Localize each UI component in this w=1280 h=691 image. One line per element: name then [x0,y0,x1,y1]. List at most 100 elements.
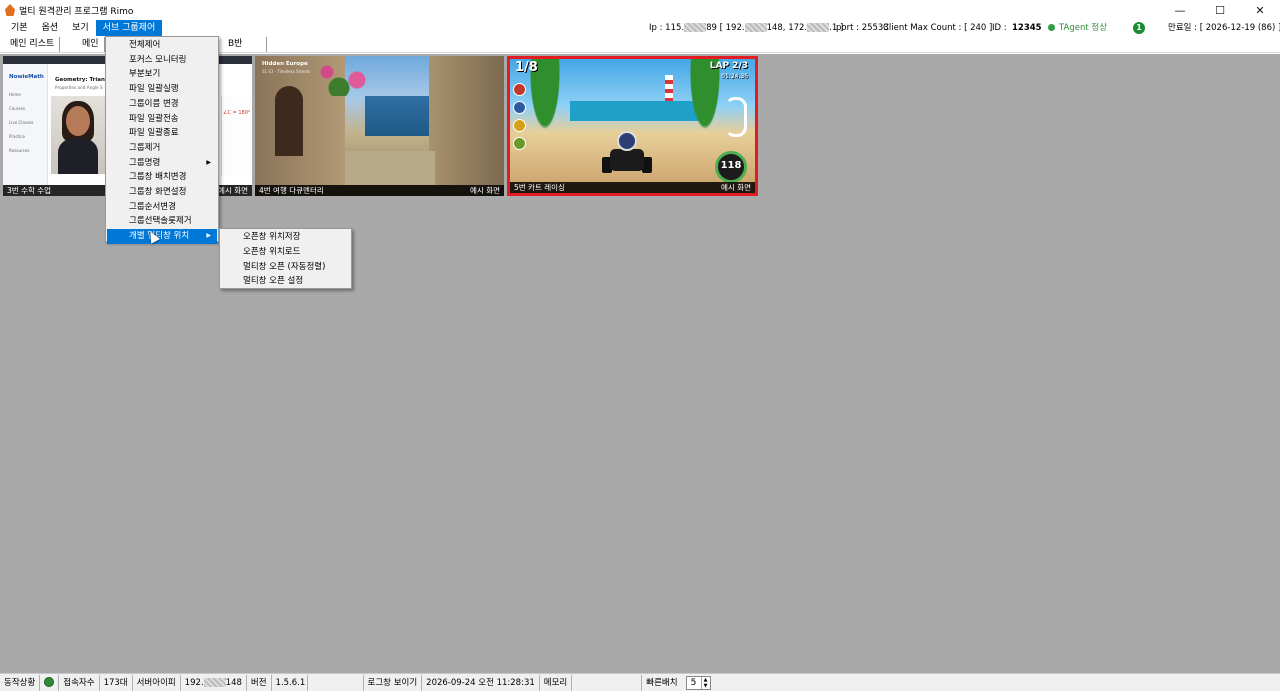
port-info: port : 25533 [836,23,889,33]
coin-icon [513,119,526,132]
thumb-nav-item: Home [9,92,21,97]
equation: ∠C = 180° [223,110,251,116]
show-log-button[interactable]: 로그창 보이기 [364,674,423,691]
submenu-save-position[interactable]: 오픈창 위치저장 [221,230,350,245]
screen-action[interactable]: 예시 화면 [218,185,248,196]
submenu-open-auto-arrange[interactable]: 멀티창 오픈 (자동정렬) [221,260,350,275]
menu-item-change-layout[interactable]: 그룹창 배치변경 [107,170,217,185]
spacer [308,674,364,691]
version-label: 버전 [247,674,272,691]
menu-options[interactable]: 옵션 [35,20,66,36]
lap-counter: LAP 2/3 [709,61,748,71]
arched-door [275,86,303,156]
ocean [570,101,700,121]
menu-item-rename-group[interactable]: 그룹이름 변경 [107,97,217,112]
submenu-arrow-icon: ▶ [206,158,211,166]
client-max-count: Client Max Count : [ 240 ] [883,23,993,33]
kart-body [610,149,644,171]
flowers [315,56,375,96]
status-label: 동작상황 [0,674,41,691]
thumb-nav-item: Resources [9,148,30,153]
thumb-nav-item: Courses [9,106,26,111]
status-ok [40,674,60,691]
menu-item-change-order[interactable]: 그룹순서변경 [107,200,217,215]
server-ip-prefix: 192. [184,677,204,688]
teacher-body [58,138,98,174]
thumb-subline: Properties and Angle S [55,85,103,90]
menu-item-focus-monitoring[interactable]: 포커스 모니터링 [107,53,217,68]
thumb-nav-item: Live Classes [9,120,34,125]
menu-item-label: 그룹창 화면설정 [129,187,187,197]
ip-part: 148, 172. [766,23,808,33]
expiry-date: 만료일 : [ 2026-12-19 (86) ] [1168,23,1280,33]
menu-item-label: 그룹이름 변경 [129,98,179,109]
agent-status-text: TAgent 정상 [1059,23,1108,33]
menu-item-remove-group[interactable]: 그룹제거 [107,141,217,156]
track-minimap [725,97,747,137]
quick-layout-label: 빠른배치 [646,677,678,688]
server-ip: 192. 148 [181,674,247,691]
menu-item-label: 파일 일괄종료 [129,128,179,139]
screen-action[interactable]: 예시 화면 [470,185,500,196]
minimize-button[interactable]: — [1160,0,1200,20]
menu-view[interactable]: 보기 [65,20,96,36]
teacher-face [66,106,90,136]
quick-layout-stepper[interactable]: 5 ▲ ▼ [685,675,711,690]
speedometer: 118 [715,151,747,183]
screen-title: 5번 카트 레이싱 [514,183,565,192]
submenu-load-position[interactable]: 오픈창 위치로드 [221,245,350,260]
menu-sub-group-control[interactable]: 서브 그룹제어 [95,20,163,36]
sea-view [365,96,435,136]
server-ip-label: 서버아이피 [133,674,181,691]
submenu-open-settings[interactable]: 멀티창 오픈 설정 [221,274,350,289]
menu-item-batch-close[interactable]: 파일 일괄종료 [107,126,217,141]
menu-item-individual-window-position[interactable]: 개별 멀티창 위치 ▶ [107,229,217,244]
menu-item-batch-run[interactable]: 파일 일괄실행 [107,82,217,97]
menu-item-label: 그룹명령 [129,157,161,168]
race-position: 1/8 [515,60,538,75]
menu-item-remove-selected-slot[interactable]: 그룹선택솔롯제거 [107,214,217,229]
tab-b-class[interactable]: B반 [223,37,267,52]
stepper-arrows-icon[interactable]: ▲ ▼ [700,676,710,689]
screen-label: 5번 카트 레이싱 예시 화면 [510,182,755,193]
menu-basic[interactable]: 기본 [4,20,35,36]
client-screen-racing[interactable]: 1/8 LAP 2/3 01:24.36 118 5번 카트 레이싱 예시 화면 [507,56,758,196]
kart [602,129,652,179]
menu-item-control-all[interactable]: 전체제어 [107,38,217,53]
tab-main[interactable]: 메인 [77,37,105,52]
ip-info: Ip : 115. 89 [ 192. 148, 172. .1 ] [649,20,843,36]
maximize-button[interactable]: ☐ [1200,0,1240,20]
tab-main-list[interactable]: 메인 리스트 [5,37,61,52]
thumb-logo: NowieMath [9,74,44,80]
menu-item-label: 포커스 모니터링 [129,54,187,65]
screen-title: 4번 여행 다큐멘터리 [259,186,324,195]
screen-action[interactable]: 예시 화면 [721,182,751,193]
id-value: 12345 [1012,23,1042,33]
close-button[interactable]: ✕ [1240,0,1280,20]
cobblestone-road [345,151,435,185]
menu-item-partial-view[interactable]: 부분보기 [107,67,217,82]
ip-part: 89 [ 192. [706,23,745,33]
masked-ip-part [807,23,830,32]
app-icon [5,4,15,16]
menu-item-label: 그룹창 배치변경 [129,172,187,183]
agent-status-icon [1048,24,1055,31]
client-screen-travel[interactable]: Hidden Europe S1 E3 · Timeless Streets 4… [255,56,504,196]
connections-count: 173대 [100,674,133,691]
version-value: 1.5.6.1 [272,674,308,691]
screen-title: 3번 수학 수업 [7,186,52,195]
whiteboard [221,96,252,176]
count-badge: 1 [1133,21,1145,34]
masked-ip-part [744,23,767,32]
video-caption: Hidden Europe [262,61,308,67]
notification-badge[interactable]: 1 [1133,20,1145,36]
menu-item-batch-send[interactable]: 파일 일괄전송 [107,112,217,127]
server-ip-suffix: 148 [225,677,242,688]
memory-label: 메모리 [540,674,573,691]
video-caption-sub: S1 E3 · Timeless Streets [262,69,311,74]
menu-item-group-command[interactable]: 그룹명령 ▶ [107,156,217,171]
agent-status: TAgent 정상 [1048,20,1107,36]
screen-label: 4번 여행 다큐멘터리 예시 화면 [255,185,504,196]
menu-item-screen-settings[interactable]: 그룹창 화면설정 [107,185,217,200]
masked-ip-part [203,677,226,687]
